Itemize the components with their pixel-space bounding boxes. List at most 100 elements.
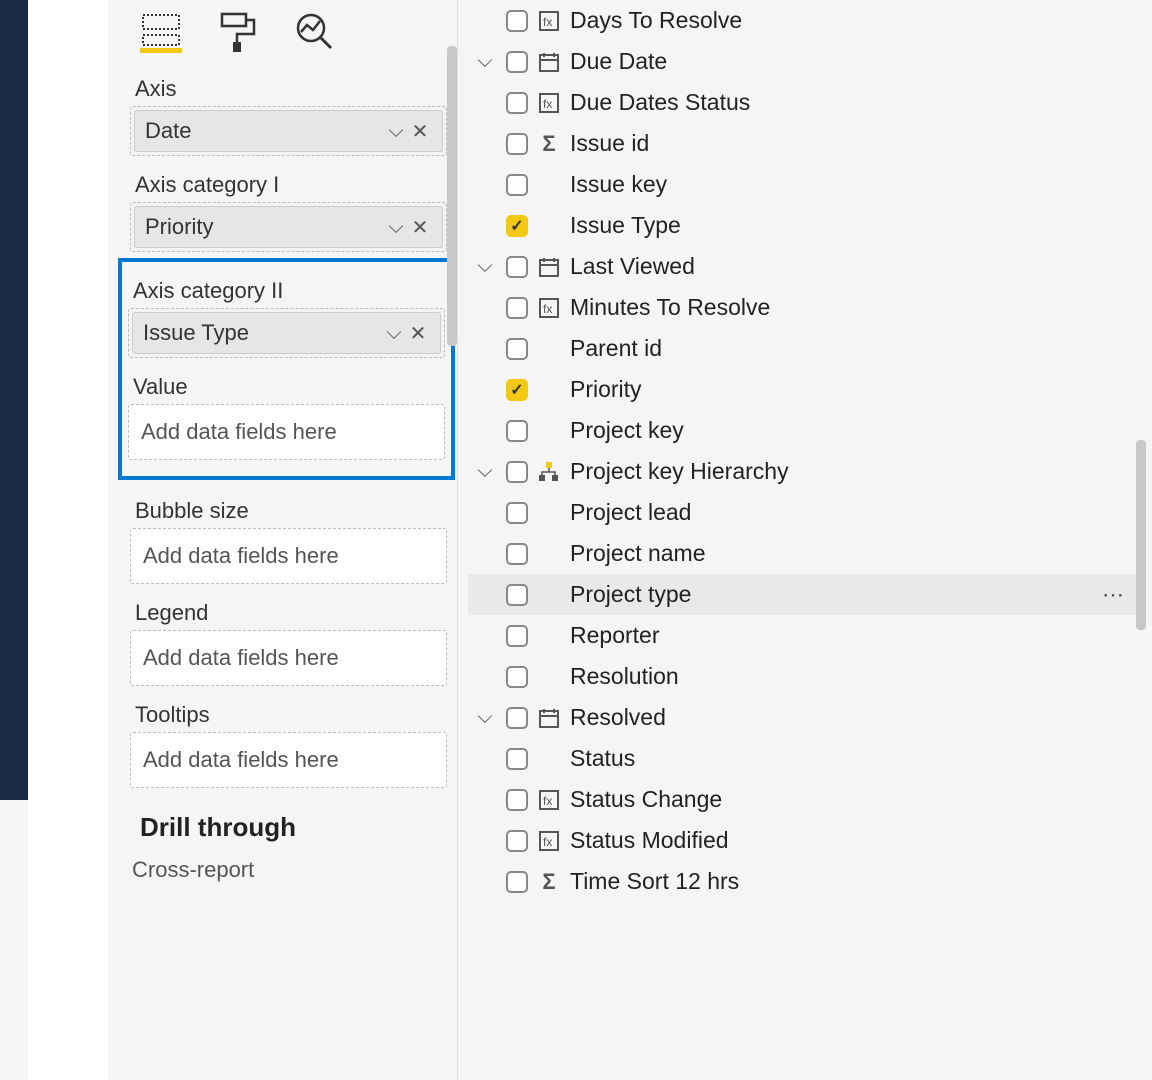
- field-row[interactable]: Issue Type: [468, 205, 1142, 246]
- field-label: Parent id: [570, 335, 1138, 362]
- paint-roller-icon: [220, 12, 256, 52]
- field-row[interactable]: ⌵ Resolved: [468, 697, 1142, 738]
- field-checkbox[interactable]: [506, 379, 528, 401]
- chevron-down-icon[interactable]: ⌵: [477, 255, 492, 278]
- chevron-down-icon[interactable]: ⌵: [382, 322, 406, 345]
- well-label-axis: Axis: [130, 66, 447, 106]
- field-checkbox[interactable]: [506, 133, 528, 155]
- field-checkbox[interactable]: [506, 297, 528, 319]
- tab-analytics[interactable]: [294, 11, 336, 53]
- field-pill-axis[interactable]: Date ⌵ ✕: [134, 110, 443, 152]
- field-row[interactable]: fx Status Change: [468, 779, 1142, 820]
- scrollbar-thumb[interactable]: [1136, 440, 1146, 630]
- field-checkbox[interactable]: [506, 625, 528, 647]
- field-row[interactable]: Parent id: [468, 328, 1142, 369]
- field-row[interactable]: fx Due Dates Status: [468, 82, 1142, 123]
- svg-text:fx: fx: [543, 97, 552, 111]
- expand-slot[interactable]: ⌵: [472, 50, 498, 73]
- expand-slot[interactable]: ⌵: [472, 706, 498, 729]
- field-row[interactable]: Status: [468, 738, 1142, 779]
- field-label: Issue Type: [570, 212, 1138, 239]
- field-checkbox[interactable]: [506, 10, 528, 32]
- field-checkbox[interactable]: [506, 215, 528, 237]
- field-pill-axis-cat2[interactable]: Issue Type ⌵ ✕: [132, 312, 441, 354]
- field-label: Project lead: [570, 499, 1138, 526]
- field-checkbox[interactable]: [506, 461, 528, 483]
- well-label-bubble: Bubble size: [130, 488, 447, 528]
- svg-text:fx: fx: [543, 302, 552, 316]
- field-row[interactable]: Project type ⋯: [468, 574, 1142, 615]
- field-checkbox[interactable]: [506, 256, 528, 278]
- field-label: Due Dates Status: [570, 89, 1138, 116]
- field-checkbox[interactable]: [506, 789, 528, 811]
- field-row[interactable]: ΣIssue id: [468, 123, 1142, 164]
- field-row[interactable]: Project name: [468, 533, 1142, 574]
- sigma-icon: Σ: [536, 131, 562, 157]
- field-checkbox[interactable]: [506, 543, 528, 565]
- field-checkbox[interactable]: [506, 871, 528, 893]
- hierarchy-icon: [536, 461, 562, 483]
- well-tooltips[interactable]: Add data fields here: [130, 732, 447, 788]
- chevron-down-icon[interactable]: ⌵: [384, 216, 408, 239]
- field-label: Project key Hierarchy: [570, 458, 1138, 485]
- field-row[interactable]: ⌵Last Viewed: [468, 246, 1142, 287]
- calendar-icon: [536, 51, 562, 73]
- field-checkbox[interactable]: [506, 830, 528, 852]
- tab-format[interactable]: [217, 11, 259, 53]
- field-checkbox[interactable]: [506, 584, 528, 606]
- well-label-axis-cat1: Axis category I: [130, 162, 447, 202]
- field-checkbox[interactable]: [506, 174, 528, 196]
- expand-slot[interactable]: ⌵: [472, 460, 498, 483]
- calendar-icon: [536, 707, 562, 729]
- field-checkbox[interactable]: [506, 666, 528, 688]
- more-options-button[interactable]: ⋯: [1102, 582, 1138, 608]
- field-row[interactable]: Σ Time Sort 12 hrs: [468, 861, 1142, 902]
- tab-fields[interactable]: [140, 11, 182, 53]
- field-checkbox[interactable]: [506, 92, 528, 114]
- field-label: Resolved: [570, 704, 1138, 731]
- field-row[interactable]: ⌵Due Date: [468, 41, 1142, 82]
- well-value[interactable]: Add data fields here: [128, 404, 445, 460]
- chevron-down-icon[interactable]: ⌵: [477, 460, 492, 483]
- scrollbar-thumb[interactable]: [447, 46, 457, 346]
- well-axis-cat1[interactable]: Priority ⌵ ✕: [130, 202, 447, 252]
- field-row[interactable]: Reporter: [468, 615, 1142, 656]
- field-row[interactable]: Priority: [468, 369, 1142, 410]
- field-pill-axis-cat1[interactable]: Priority ⌵ ✕: [134, 206, 443, 248]
- remove-field-button[interactable]: ✕: [406, 321, 430, 346]
- expand-slot[interactable]: ⌵: [472, 255, 498, 278]
- field-row[interactable]: Project key: [468, 410, 1142, 451]
- field-row[interactable]: Project lead: [468, 492, 1142, 533]
- app-sidebar-strip: [0, 0, 28, 800]
- well-legend[interactable]: Add data fields here: [130, 630, 447, 686]
- field-label: Project type: [570, 581, 1094, 608]
- remove-field-button[interactable]: ✕: [408, 215, 432, 240]
- field-checkbox[interactable]: [506, 748, 528, 770]
- field-row[interactable]: Resolution: [468, 656, 1142, 697]
- well-bubble-size[interactable]: Add data fields here: [130, 528, 447, 584]
- chevron-down-icon[interactable]: ⌵: [384, 120, 408, 143]
- well-axis-cat2[interactable]: Issue Type ⌵ ✕: [128, 308, 445, 358]
- well-label-legend: Legend: [130, 590, 447, 630]
- chevron-down-icon[interactable]: ⌵: [477, 706, 492, 729]
- well-axis[interactable]: Date ⌵ ✕: [130, 106, 447, 156]
- svg-text:fx: fx: [543, 15, 552, 29]
- sigma-icon: Σ: [536, 869, 562, 895]
- remove-field-button[interactable]: ✕: [408, 119, 432, 144]
- svg-text:fx: fx: [543, 794, 552, 808]
- chevron-down-icon[interactable]: ⌵: [477, 50, 492, 73]
- field-row[interactable]: ⌵ Project key Hierarchy: [468, 451, 1142, 492]
- field-checkbox[interactable]: [506, 707, 528, 729]
- field-row[interactable]: fxStatus Modified: [468, 820, 1142, 861]
- field-checkbox[interactable]: [506, 502, 528, 524]
- field-label: Status Change: [570, 786, 1138, 813]
- field-checkbox[interactable]: [506, 338, 528, 360]
- field-row[interactable]: fxMinutes To Resolve: [468, 287, 1142, 328]
- field-checkbox[interactable]: [506, 51, 528, 73]
- field-label: Time Sort 12 hrs: [570, 868, 1138, 895]
- field-checkbox[interactable]: [506, 420, 528, 442]
- field-row[interactable]: fxDays To Resolve: [468, 0, 1142, 41]
- canvas-area: [28, 0, 108, 1080]
- field-label: Project name: [570, 540, 1138, 567]
- field-row[interactable]: Issue key: [468, 164, 1142, 205]
